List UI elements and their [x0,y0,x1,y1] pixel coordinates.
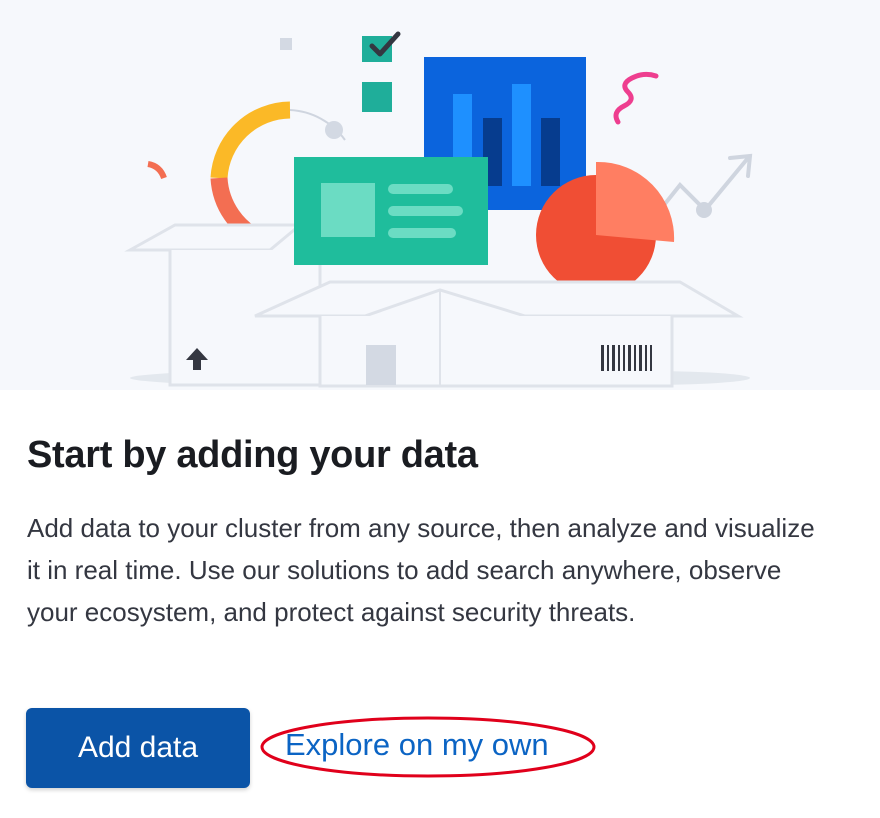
explore-on-my-own-link[interactable]: Explore on my own [285,727,549,763]
description-text: Add data to your cluster from any source… [27,513,815,627]
decor-tick [147,161,167,180]
box-front [254,280,744,388]
add-data-button[interactable]: Add data [26,708,250,788]
card-icon [294,157,488,265]
checklist-icon [362,31,401,112]
decor-square [280,38,292,50]
squiggle-decor [613,71,659,125]
page-title: Start by adding your data [27,434,478,476]
trend-arrow-icon [658,153,753,218]
hero-illustration [0,0,880,390]
data-illustration [124,31,753,388]
